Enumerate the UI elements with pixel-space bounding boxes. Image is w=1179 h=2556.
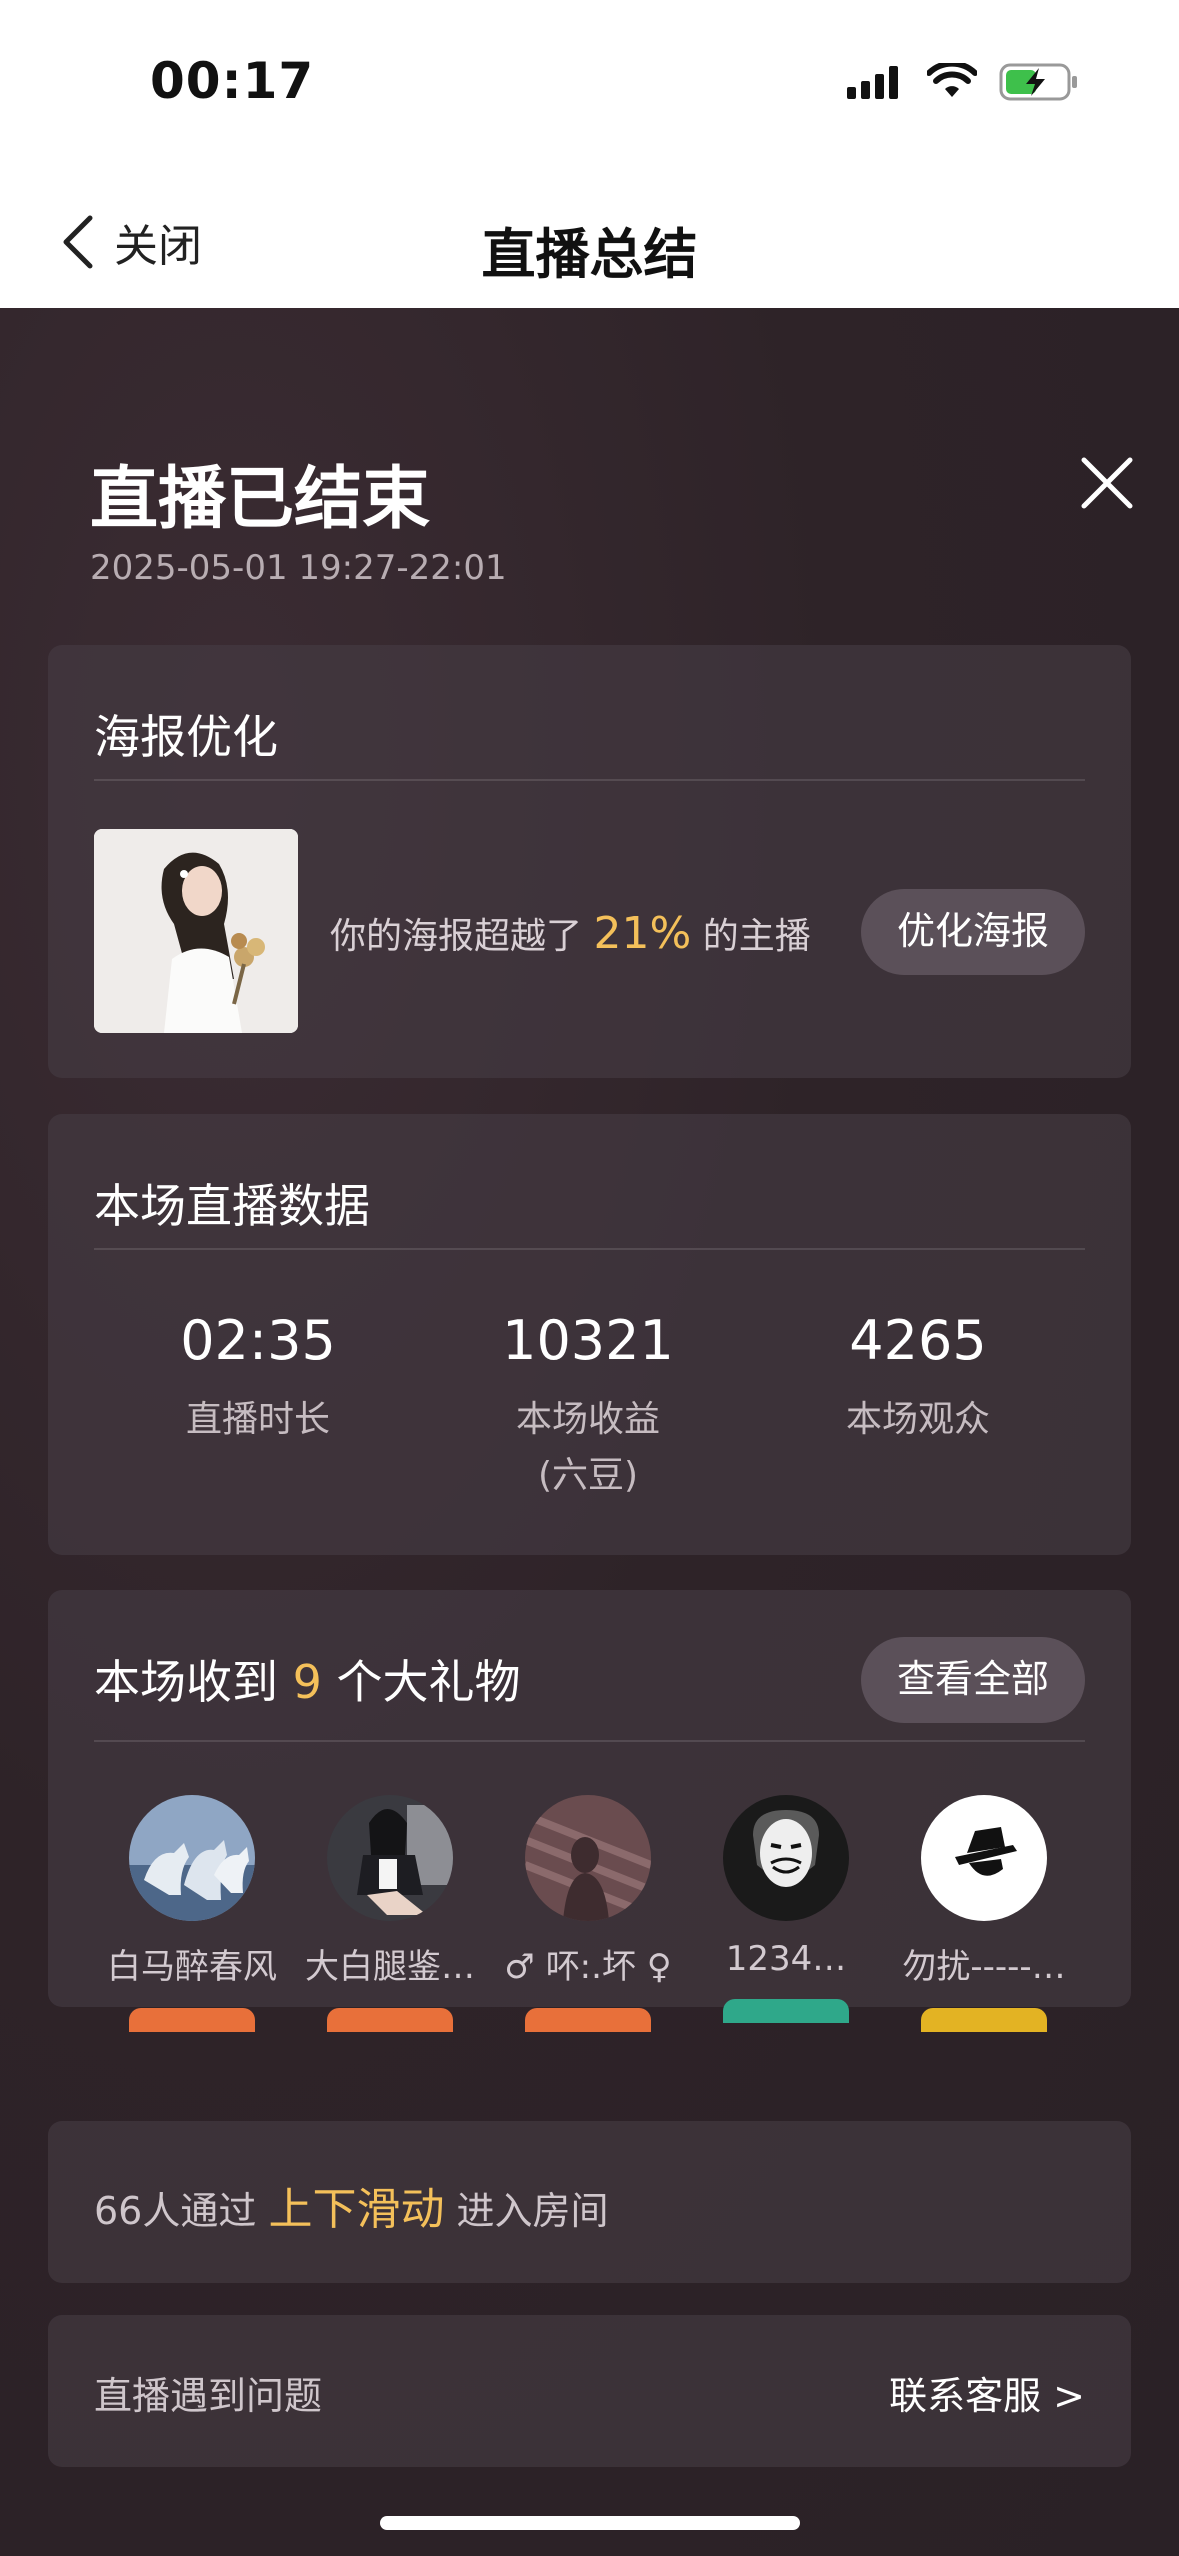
poster-image: [94, 829, 298, 1033]
gifts-card: 本场收到 9 个大礼物 查看全部 白马醉春风 大白腿鉴… ♂ 吥:.坏 ♀ 12…: [48, 1590, 1131, 2032]
gift-sender-name: 大白腿鉴…: [305, 1947, 475, 1987]
stat-audience: 4265 本场观众: [753, 1309, 1083, 1448]
poster-text-suffix: 的主播: [702, 916, 811, 957]
stat-income: 10321 本场收益 (六豆): [423, 1309, 753, 1504]
battery-charging-icon: [999, 63, 1077, 101]
gift-sender-name: 1234…: [725, 1939, 847, 1979]
stat-duration-label: 直播时长: [185, 1399, 330, 1440]
cellular-signal-icon: [847, 66, 898, 99]
shadow-avatar: [525, 1795, 651, 1921]
nav-bar: 关闭 直播总结: [0, 160, 1179, 308]
summary-content: 直播已结束 2025-05-01 19:27-22:01 海报优化 你的海报超越…: [0, 308, 1179, 2556]
divider: [94, 1740, 1085, 1742]
gifts-title-suffix: 个大礼物: [336, 1655, 521, 1709]
stat-duration: 02:35 直播时长: [93, 1309, 423, 1448]
level-badge: [327, 2008, 453, 2032]
live-ended-title: 直播已结束: [90, 460, 431, 539]
swipe-entry-text: 66人通过 上下滑动 进入房间: [94, 2173, 609, 2237]
poster-card: 海报优化 你的海报超越了 21% 的主播 优化海报: [48, 645, 1131, 1078]
gifts-title-prefix: 本场收到: [94, 1655, 278, 1709]
swipe-highlight: 上下滑动: [268, 2184, 445, 2235]
live-data-title: 本场直播数据: [94, 1179, 370, 1233]
gift-sender-name: 白马醉春风: [107, 1947, 277, 1987]
gift-sender-name: 勿扰-----…: [902, 1947, 1066, 1987]
gift-sender[interactable]: 勿扰-----…: [886, 1795, 1082, 2032]
swipe-prefix: 66人通过: [94, 2189, 257, 2233]
contact-support-link[interactable]: 联系客服 >: [889, 2365, 1085, 2420]
stat-audience-value: 4265: [849, 1309, 987, 1372]
divider: [94, 779, 1085, 781]
page-title: 直播总结: [481, 223, 698, 286]
live-time-range: 2025-05-01 19:27-22:01: [90, 548, 507, 588]
divider: [94, 1248, 1085, 1250]
mask-avatar: [723, 1795, 849, 1921]
home-indicator[interactable]: [380, 2516, 800, 2530]
gift-sender[interactable]: ♂ 吥:.坏 ♀: [490, 1795, 686, 2032]
gifts-count: 9: [292, 1655, 322, 1709]
gift-sender-name: ♂ 吥:.坏 ♀: [504, 1947, 672, 1987]
gift-sender[interactable]: 大白腿鉴…: [292, 1795, 488, 2032]
hat-avatar: [921, 1795, 1047, 1921]
status-icons: [847, 62, 1079, 102]
woman-avatar: [327, 1795, 453, 1921]
poster-percent: 21%: [593, 908, 692, 959]
stat-income-value: 10321: [502, 1309, 674, 1372]
gift-sender[interactable]: 1234…: [688, 1795, 884, 2023]
optimize-poster-button[interactable]: 优化海报: [861, 889, 1085, 975]
stat-duration-value: 02:35: [180, 1309, 336, 1372]
poster-text-prefix: 你的海报超越了: [330, 916, 583, 957]
view-all-gifts-button[interactable]: 查看全部: [861, 1637, 1085, 1723]
swipe-entry-card: 66人通过 上下滑动 进入房间: [48, 2121, 1131, 2283]
poster-rank-text: 你的海报超越了 21% 的主播: [330, 907, 811, 959]
stat-income-unit: (六豆): [537, 1455, 639, 1496]
stat-income-label: 本场收益: [515, 1399, 660, 1440]
swipe-suffix: 进入房间: [456, 2189, 609, 2233]
live-data-card: 本场直播数据 02:35 直播时长 10321 本场收益 (六豆) 4265 本…: [48, 1114, 1131, 1555]
level-badge: [921, 2008, 1047, 2032]
support-card[interactable]: 直播遇到问题 联系客服 >: [48, 2315, 1131, 2467]
level-badge: [525, 2008, 651, 2032]
wifi-icon: [927, 63, 977, 97]
poster-thumbnail[interactable]: [94, 829, 298, 1033]
support-problem-text: 直播遇到问题: [94, 2374, 323, 2418]
status-bar: 00:17: [0, 0, 1179, 160]
status-time: 00:17: [150, 52, 315, 110]
horses-avatar: [129, 1795, 255, 1921]
gifts-title: 本场收到 9 个大礼物: [94, 1646, 521, 1712]
poster-card-title: 海报优化: [94, 710, 278, 764]
gift-sender[interactable]: 白马醉春风: [94, 1795, 290, 2032]
level-badge: [723, 1999, 849, 2023]
level-badge: [129, 2008, 255, 2032]
stat-audience-label: 本场观众: [845, 1399, 990, 1440]
close-icon[interactable]: [1080, 456, 1134, 510]
